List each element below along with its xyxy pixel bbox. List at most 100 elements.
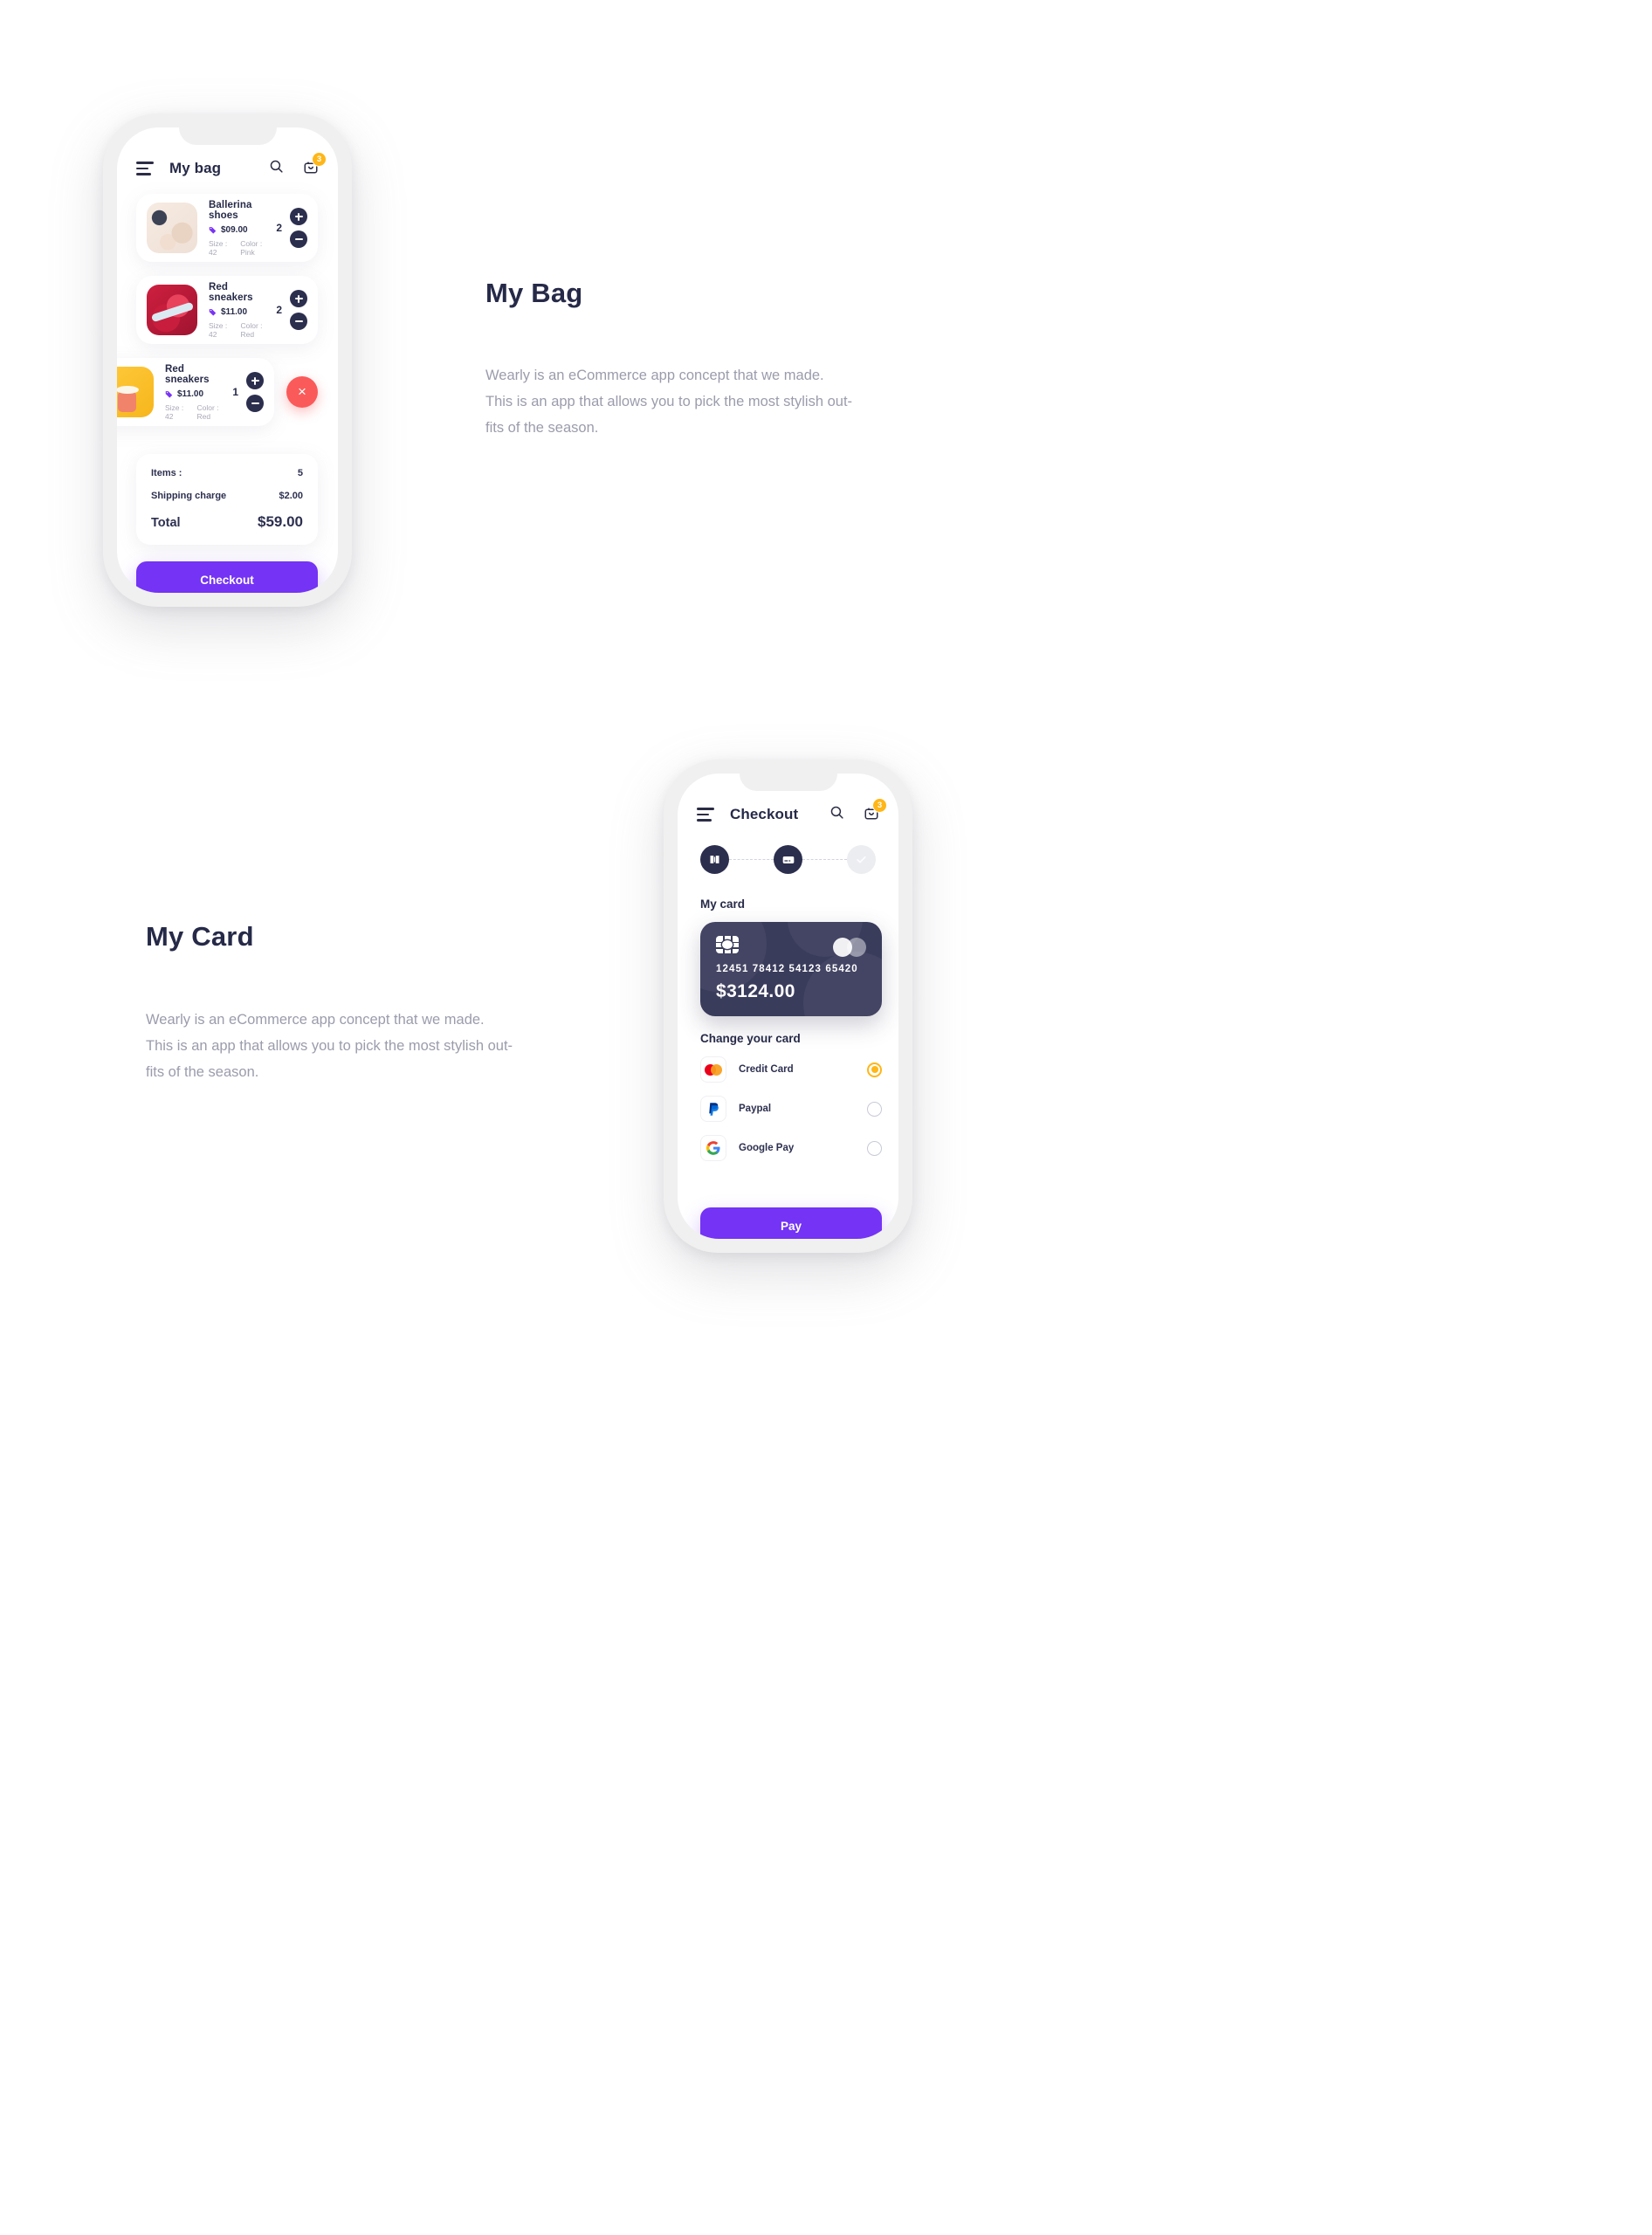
bag-topbar: My bag 3: [117, 151, 338, 180]
pay-button[interactable]: Pay: [700, 1207, 882, 1239]
phone-notch: [739, 774, 837, 791]
payment-method-credit-card[interactable]: Credit Card: [700, 1056, 882, 1083]
my-card-title: My card: [700, 897, 746, 911]
cart-item-row[interactable]: Ballerina shoes $09.00 Size : 42 Color :…: [136, 194, 318, 262]
increase-quantity-button[interactable]: [290, 208, 307, 225]
credit-card-display[interactable]: 12451 78412 54123 65420 $3124.00: [700, 922, 882, 1016]
increase-quantity-button[interactable]: [246, 372, 264, 389]
cart-bag-icon[interactable]: 3: [864, 797, 887, 825]
product-price-line: $11.00: [165, 389, 224, 399]
card-heading: My Card: [146, 921, 254, 952]
mastercard-icon: [833, 938, 866, 957]
price-tag-icon: [209, 226, 217, 234]
payment-method-label: Credit Card: [739, 1064, 794, 1075]
card-number: 12451 78412 54123 65420: [716, 964, 858, 974]
payment-radio[interactable]: [867, 1101, 882, 1117]
product-thumbnail: [117, 367, 154, 417]
cart-bag-icon[interactable]: 3: [303, 151, 327, 179]
summary-shipping-row: Shipping charge $2.00: [151, 491, 303, 501]
product-thumbnail: [147, 203, 197, 253]
card-description-line-1: Wearly is an eCommerce app concept that …: [146, 1012, 485, 1028]
cart-item-row-swiped[interactable]: Red sneakers $11.00 Size : 42 Color : Re…: [117, 358, 274, 426]
summary-items-value: 5: [297, 468, 303, 478]
bag-description-line-3: fits of the season.: [485, 420, 599, 436]
quantity-stepper: [290, 290, 307, 330]
checkout-button[interactable]: Checkout: [136, 561, 318, 593]
page-title: Checkout: [730, 806, 799, 822]
product-attributes: Size : 42 Color : Red: [209, 321, 268, 339]
product-info: Ballerina shoes $09.00 Size : 42 Color :…: [209, 200, 268, 257]
decrease-quantity-button[interactable]: [290, 313, 307, 330]
summary-items-row: Items : 5: [151, 468, 303, 478]
delete-item-button[interactable]: ×: [286, 376, 318, 408]
payment-method-label: Google Pay: [739, 1143, 795, 1153]
change-card-title: Change your card: [700, 1032, 801, 1045]
product-price: $11.00: [221, 306, 248, 317]
product-attributes: Size : 42 Color : Pink: [209, 239, 268, 257]
page-title: My bag: [169, 160, 222, 176]
payment-radio[interactable]: [867, 1140, 882, 1156]
search-icon[interactable]: [269, 159, 284, 178]
product-attributes: Size : 42 Color : Red: [165, 403, 224, 421]
check-icon: [857, 856, 866, 863]
decrease-quantity-button[interactable]: [290, 230, 307, 248]
cart-badge-count: 3: [872, 797, 887, 813]
step-connector: [802, 859, 847, 860]
bag-description-line-1: Wearly is an eCommerce app concept that …: [485, 368, 824, 383]
bag-heading: My Bag: [485, 278, 583, 308]
product-name: Ballerina shoes: [209, 199, 252, 221]
phone-mockup-bag: My bag 3 Ballerina shoes $09.00 Size: 4…: [103, 113, 352, 607]
card-description-line-3: fits of the season.: [146, 1064, 259, 1080]
step-connector: [729, 859, 774, 860]
page-canvas: My bag 3 Ballerina shoes $09.00 Size: 4…: [0, 0, 1652, 2235]
bag-description: Wearly is an eCommerce app concept that …: [485, 362, 974, 441]
close-icon: ×: [298, 382, 306, 400]
product-color: Color : Red: [240, 320, 263, 339]
payment-method-google-pay[interactable]: Google Pay: [700, 1135, 882, 1161]
product-price: $09.00: [221, 224, 248, 235]
step-confirm[interactable]: [847, 845, 876, 874]
payment-radio-selected[interactable]: [867, 1062, 882, 1077]
phone-notch: [178, 127, 277, 145]
product-size: Size : 42: [209, 238, 228, 257]
product-quantity: 2: [276, 222, 282, 234]
bag-topbar-actions: 3: [269, 151, 327, 179]
product-size: Size : 42: [165, 402, 184, 421]
chip-icon: [716, 936, 739, 953]
menu-icon[interactable]: [136, 162, 154, 175]
price-tag-icon: [209, 308, 217, 316]
quantity-stepper: [290, 208, 307, 248]
phone-screen-bag: My bag 3 Ballerina shoes $09.00 Size: 4…: [117, 127, 338, 593]
decrease-quantity-button[interactable]: [246, 395, 264, 412]
card-decoration-blob: [803, 952, 882, 1016]
product-color: Color : Pink: [240, 238, 263, 257]
product-thumbnail: [147, 285, 197, 335]
payment-method-paypal[interactable]: Paypal: [700, 1096, 882, 1122]
step-address[interactable]: [700, 845, 729, 874]
summary-total-label: Total: [151, 516, 181, 530]
phone-mockup-checkout: Checkout 3 My card 12451 78412 54123 654…: [664, 760, 912, 1253]
card-description-line-2: This is an app that allows you to pick t…: [146, 1038, 513, 1054]
product-info: Red sneakers $11.00 Size : 42 Color : Re…: [165, 364, 224, 421]
payment-method-label: Paypal: [739, 1104, 772, 1114]
price-tag-icon: [165, 390, 173, 398]
product-price-line: $11.00: [209, 307, 268, 317]
cart-item-row[interactable]: Red sneakers $11.00 Size : 42 Color : Re…: [136, 276, 318, 344]
mastercard-icon: [700, 1056, 726, 1083]
menu-icon[interactable]: [697, 808, 714, 822]
quantity-stepper: [246, 372, 264, 412]
product-info: Red sneakers $11.00 Size : 42 Color : Re…: [209, 282, 268, 339]
product-color: Color : Red: [196, 402, 219, 421]
phone-screen-checkout: Checkout 3 My card 12451 78412 54123 654…: [678, 774, 898, 1239]
product-size: Size : 42: [209, 320, 228, 339]
summary-total-row: Total $59.00: [151, 513, 303, 531]
search-icon[interactable]: [829, 805, 844, 824]
bag-description-line-2: This is an app that allows you to pick t…: [485, 394, 853, 409]
summary-shipping-value: $2.00: [279, 491, 303, 501]
summary-shipping-label: Shipping charge: [151, 491, 227, 501]
cart-badge-count: 3: [312, 151, 327, 167]
google-icon: [700, 1135, 726, 1161]
step-payment[interactable]: [774, 845, 802, 874]
product-price-line: $09.00: [209, 225, 268, 235]
increase-quantity-button[interactable]: [290, 290, 307, 307]
